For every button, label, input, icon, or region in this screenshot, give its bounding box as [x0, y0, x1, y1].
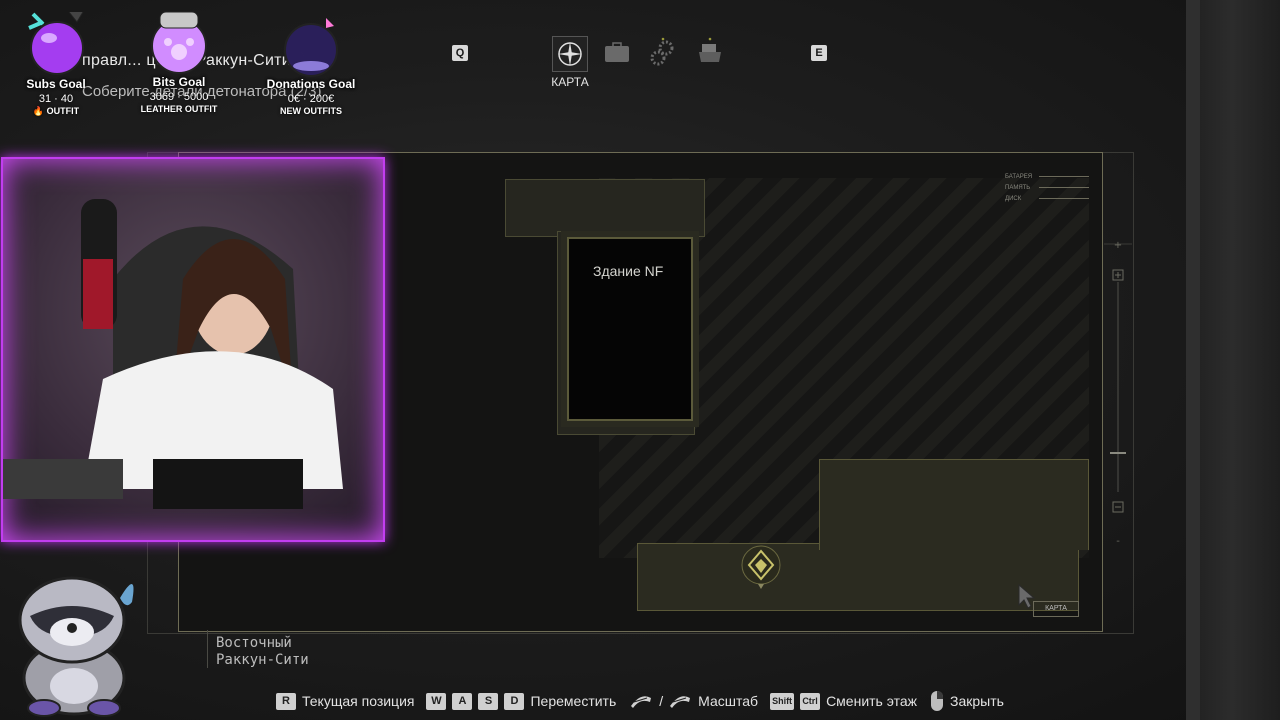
tab-map-label: КАРТА: [551, 75, 589, 89]
key-d: D: [504, 692, 525, 710]
bits-goal: Bits Goal 3069 · 5000 LEATHER OUTFIT: [124, 6, 234, 114]
bits-goal-reward: LEATHER OUTFIT: [140, 104, 218, 114]
key-r: R: [276, 692, 296, 710]
files-icon: [699, 37, 721, 62]
key-a: A: [452, 692, 473, 710]
control-separator: /: [659, 693, 664, 709]
side-panel: [1200, 0, 1280, 720]
key-s: S: [478, 692, 499, 710]
tab-inventory[interactable]: [600, 36, 634, 70]
map-street-south: [637, 543, 1079, 611]
legend-memory: ПАМЯТЬ: [1005, 184, 1031, 191]
prev-tab-key[interactable]: Q: [452, 45, 468, 61]
map-area-east: [819, 459, 1089, 550]
mouse-cursor-icon: [1018, 583, 1036, 609]
map-block-north: [505, 179, 705, 237]
legend-disk: ДИСК: [1005, 195, 1022, 202]
donations-goal-reward: NEW OUTFITS: [280, 106, 342, 116]
subs-goal-name: Subs Goal: [26, 77, 86, 91]
tab-map[interactable]: [552, 36, 588, 72]
next-tab-key[interactable]: E: [811, 45, 827, 61]
svg-text:+: +: [1114, 240, 1122, 251]
webcam-overlay: [1, 157, 385, 542]
donations-goal-name: Donations Goal: [266, 77, 356, 91]
moon-jar-icon: [284, 18, 338, 77]
region-line-2: Раккун-Сити: [216, 652, 309, 668]
mouse-right-icon: [930, 691, 943, 711]
raccoon-mascot-icon: [18, 576, 134, 717]
key-w: W: [426, 692, 447, 710]
potion-icon: [28, 11, 84, 75]
compass-icon: [558, 42, 582, 66]
donations-goal: Donations Goal 0€ · 200€ NEW OUTFITS: [256, 8, 366, 116]
building-label: Здание NF: [593, 263, 664, 279]
svg-text:-: -: [1116, 536, 1120, 547]
side-divider: [1186, 0, 1200, 720]
subs-goal-reward: 🔥 OUTFIT: [32, 106, 80, 116]
region-divider: [207, 630, 208, 668]
streamer-camera-feed: [3, 199, 343, 509]
subs-goal-value: 31 · 40: [38, 93, 74, 105]
tab-files[interactable]: [693, 36, 727, 70]
briefcase-icon: [605, 42, 629, 62]
region-line-1: Восточный: [216, 635, 292, 651]
donations-goal-value: 0€ · 200€: [287, 93, 335, 105]
key-ctrl: Ctrl: [800, 692, 821, 710]
map-legend: БАТАРЕЯ ПАМЯТЬ ДИСК: [1005, 171, 1089, 207]
paw-jar-icon: [151, 11, 207, 74]
mouse-wheel-icon: [670, 696, 691, 708]
player-position-icon: [741, 545, 781, 589]
map-tag: КАРТА: [1033, 601, 1079, 617]
control-close[interactable]: Закрыть: [950, 693, 1004, 709]
bits-goal-name: Bits Goal: [152, 75, 206, 89]
gears-icon: [650, 37, 674, 66]
controls-bar: R Текущая позиция W A S D Переместить / …: [276, 690, 1016, 712]
zoom-slider[interactable]: + -: [1104, 232, 1132, 552]
control-move[interactable]: Переместить: [530, 693, 616, 709]
tab-upgrades[interactable]: [646, 36, 680, 70]
bits-goal-value: 3069 · 5000: [149, 91, 209, 103]
subs-goal: Subs Goal 31 · 40 🔥 OUTFIT: [1, 8, 111, 117]
control-zoom[interactable]: Масштаб: [698, 693, 758, 709]
legend-battery: БАТАРЕЯ: [1005, 173, 1033, 180]
control-current-position[interactable]: Текущая позиция: [302, 693, 414, 709]
mouse-wheel-icon: [631, 696, 652, 708]
control-change-floor[interactable]: Сменить этаж: [826, 693, 917, 709]
key-shift: Shift: [770, 692, 795, 710]
region-label: Восточный Раккун-Сити: [216, 635, 309, 669]
